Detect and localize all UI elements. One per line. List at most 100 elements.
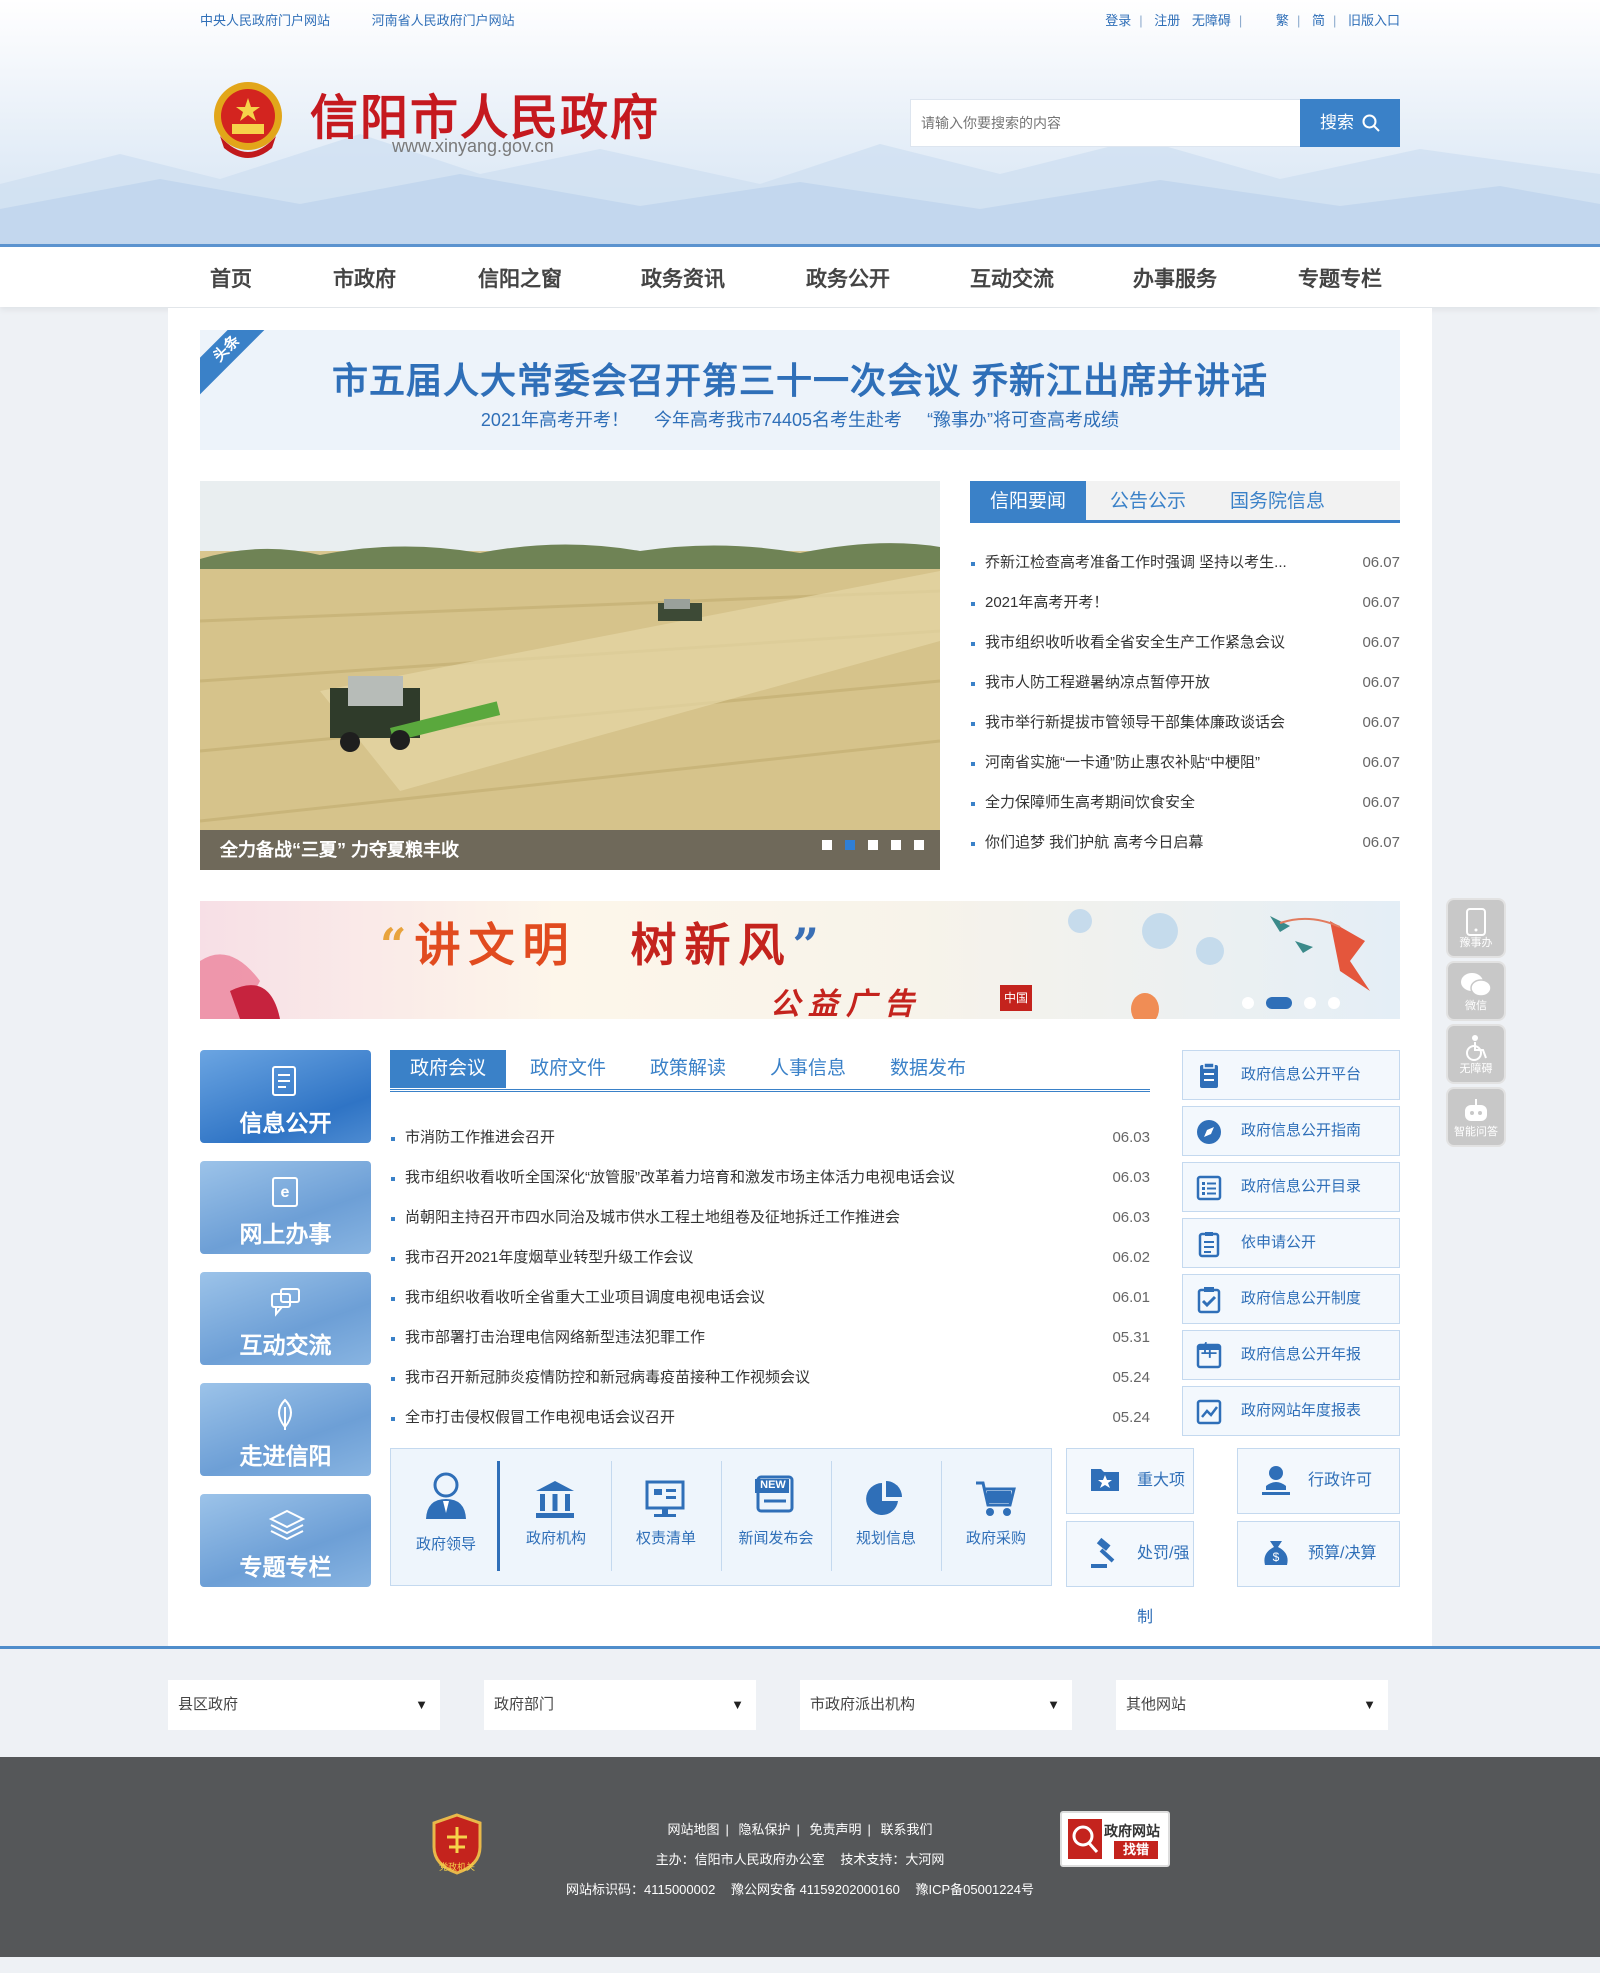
link-info-guide[interactable]: 政府信息公开指南	[1182, 1106, 1400, 1156]
news-item[interactable]: 河南省实施“一卡通”防止惠农补贴“中梗阻” 06.07	[970, 743, 1400, 783]
link-application-disclosure[interactable]: 依申请公开	[1182, 1218, 1400, 1268]
float-yushiban[interactable]: 豫事办	[1446, 898, 1506, 958]
float-label: 豫事办	[1459, 937, 1493, 949]
register-link[interactable]: 注册	[1154, 13, 1180, 28]
banner-dot[interactable]	[1242, 996, 1254, 1009]
headline-sublink[interactable]: 2021年高考开考！	[481, 410, 629, 430]
link-info-system[interactable]: 政府信息公开制度	[1182, 1274, 1400, 1324]
tile-special-topics[interactable]: 专题专栏	[200, 1494, 371, 1587]
select-county-gov[interactable]: 县区政府 ▼	[168, 1680, 440, 1730]
news-item[interactable]: 你们追梦 我们护航 高考今日启幕 06.07	[970, 823, 1400, 863]
nav-city-gov[interactable]: 市政府	[333, 263, 396, 293]
accessibility-link[interactable]: 无障碍	[1192, 13, 1231, 28]
link-info-platform[interactable]: 政府信息公开平台	[1182, 1050, 1400, 1100]
news-item[interactable]: 全力保障师生高考期间饮食安全 06.07	[970, 783, 1400, 823]
tab-data-release[interactable]: 数据发布	[870, 1050, 986, 1088]
search-button[interactable]: 搜索	[1300, 99, 1400, 147]
float-accessibility[interactable]: 无障碍	[1446, 1024, 1506, 1084]
news-item[interactable]: 我市组织收听收看全省安全生产工作紧急会议 06.07	[970, 623, 1400, 663]
link-site-annual-report[interactable]: 政府网站年度报表	[1182, 1386, 1400, 1436]
old-version-link[interactable]: 旧版入口	[1348, 13, 1400, 28]
gov-news-item[interactable]: 我市召开新冠肺炎疫情防控和新冠病毒疫苗接种工作视频会议 05.24	[390, 1358, 1150, 1398]
gov-news-item[interactable]: 市消防工作推进会召开 06.03	[390, 1118, 1150, 1158]
gov-news-item[interactable]: 我市召开2021年度烟草业转型升级工作会议 06.02	[390, 1238, 1150, 1278]
quick-press-conference[interactable]: NEW 新闻发布会	[721, 1449, 831, 1585]
news-item[interactable]: 2021年高考开考！ 06.07	[970, 583, 1400, 623]
news-item[interactable]: 我市人防工程避暑纳凉点暂停开放 06.07	[970, 663, 1400, 703]
footer-link-contact[interactable]: 联系我们	[881, 1822, 933, 1837]
news-item[interactable]: 乔新江检查高考准备工作时强调 坚持以考生... 06.07	[970, 543, 1400, 583]
photo-slideshow[interactable]: 全力备战“三夏” 力夺夏粮丰收	[200, 481, 940, 870]
float-wechat[interactable]: 微信	[1446, 961, 1506, 1021]
headline-title[interactable]: 市五届人大常委会召开第三十一次会议 乔新江出席并讲话	[200, 352, 1400, 404]
banner-dot[interactable]	[1328, 996, 1340, 1009]
tab-gov-documents[interactable]: 政府文件	[510, 1050, 626, 1088]
headline-sublink[interactable]: 今年高考我市74405名考生赴考	[654, 410, 902, 430]
gov-tabs: 政府会议 政府文件 政策解读 人事信息 数据发布	[390, 1050, 1150, 1092]
simplified-chinese-link[interactable]: 简	[1312, 13, 1325, 28]
tile-label: 网上办事	[239, 1221, 332, 1247]
nav-special-topics[interactable]: 专题专栏	[1298, 263, 1382, 293]
slide-dot[interactable]	[845, 840, 855, 850]
quick-gov-procurement[interactable]: 政府采购	[941, 1449, 1051, 1585]
tab-announcements[interactable]: 公告公示	[1090, 481, 1206, 523]
btn-budget-final[interactable]: $ 预算/决算	[1237, 1521, 1400, 1587]
link-henan-gov[interactable]: 河南省人民政府门户网站	[372, 13, 515, 28]
btn-penalty-enforcement[interactable]: 处罚/强制	[1066, 1521, 1194, 1626]
public-service-banner[interactable]: “讲文明 树新风” 公益广告 中国	[200, 901, 1400, 1019]
nav-home[interactable]: 首页	[210, 263, 252, 293]
gov-news-item[interactable]: 全市打击侵权假冒工作电视电话会议召开 05.24	[390, 1398, 1150, 1438]
gov-site-report-error-badge[interactable]: 政府网站 找错	[1060, 1811, 1170, 1867]
gov-news-item[interactable]: 我市组织收看收听全国深化“放管服”改革着力培育和激发市场主体活力电视电话会议 06…	[390, 1158, 1150, 1198]
nav-gov-news[interactable]: 政务资讯	[641, 263, 725, 293]
tile-interaction[interactable]: 互动交流	[200, 1272, 371, 1365]
quick-power-list[interactable]: 权责清单	[611, 1449, 721, 1585]
tile-online-service[interactable]: e 网上办事	[200, 1161, 371, 1254]
slide-dot[interactable]	[868, 840, 878, 850]
footer-icp[interactable]: 豫ICP备05001224号	[915, 1882, 1034, 1897]
btn-admin-license[interactable]: 行政许可	[1237, 1448, 1400, 1514]
quick-planning-info[interactable]: 规划信息	[831, 1449, 941, 1585]
quick-gov-leaders[interactable]: 政府领导	[391, 1449, 501, 1585]
quick-gov-agencies[interactable]: 政府机构	[501, 1449, 611, 1585]
slide-dot[interactable]	[914, 840, 924, 850]
link-info-annual-report[interactable]: 年 政府信息公开年报	[1182, 1330, 1400, 1380]
footer-police-record[interactable]: 豫公网安备 41159202000160	[731, 1882, 900, 1897]
select-dispatched-agencies[interactable]: 市政府派出机构 ▼	[800, 1680, 1072, 1730]
gov-news-date: 06.03	[1112, 1209, 1150, 1226]
search-input[interactable]	[911, 100, 1299, 146]
headline-sublink[interactable]: “豫事办”将可查高考成绩	[927, 410, 1119, 430]
tab-xinyang-news[interactable]: 信阳要闻	[970, 481, 1087, 523]
link-central-gov[interactable]: 中央人民政府门户网站	[200, 13, 330, 28]
slide-dot[interactable]	[822, 840, 832, 850]
tab-policy-interpretation[interactable]: 政策解读	[630, 1050, 746, 1088]
footer-link-privacy[interactable]: 隐私保护	[738, 1822, 790, 1837]
news-item[interactable]: 我市举行新提拔市管领导干部集体廉政谈话会 06.07	[970, 703, 1400, 743]
tile-info-disclosure[interactable]: 信息公开	[200, 1050, 371, 1143]
float-smart-qa[interactable]: 智能问答	[1446, 1087, 1506, 1147]
select-value: 市政府派出机构	[810, 1696, 916, 1713]
footer-link-sitemap[interactable]: 网站地图	[667, 1822, 719, 1837]
nav-xinyang-window[interactable]: 信阳之窗	[478, 263, 562, 293]
btn-major-projects[interactable]: 重大项目	[1066, 1448, 1194, 1553]
banner-dot[interactable]	[1266, 996, 1292, 1009]
select-gov-departments[interactable]: 政府部门 ▼	[484, 1680, 756, 1730]
tab-personnel-info[interactable]: 人事信息	[750, 1050, 866, 1088]
tab-gov-meetings[interactable]: 政府会议	[390, 1050, 507, 1088]
link-info-catalog[interactable]: 政府信息公开目录	[1182, 1162, 1400, 1212]
nav-gov-disclosure[interactable]: 政务公开	[806, 263, 890, 293]
banner-dot[interactable]	[1304, 996, 1316, 1009]
select-other-sites[interactable]: 其他网站 ▼	[1116, 1680, 1388, 1730]
gov-news-item[interactable]: 我市部署打击治理电信网络新型违法犯罪工作 05.31	[390, 1318, 1150, 1358]
traditional-chinese-link[interactable]: 繁	[1276, 13, 1289, 28]
nav-interaction[interactable]: 互动交流	[970, 263, 1054, 293]
tile-explore-xinyang[interactable]: 走进信阳	[200, 1383, 371, 1476]
nav-services[interactable]: 办事服务	[1133, 263, 1217, 293]
gov-news-item[interactable]: 我市组织收看收听全省重大工业项目调度电视电话会议 06.01	[390, 1278, 1150, 1318]
search-box: 搜索	[910, 99, 1400, 147]
slide-dot[interactable]	[891, 840, 901, 850]
login-link[interactable]: 登录	[1105, 13, 1131, 28]
footer-link-disclaimer[interactable]: 免责声明	[810, 1822, 862, 1837]
tab-state-council-info[interactable]: 国务院信息	[1210, 481, 1345, 523]
gov-news-item[interactable]: 尚朝阳主持召开市四水同治及城市供水工程土地组卷及征地拆迁工作推进会 06.03	[390, 1198, 1150, 1238]
